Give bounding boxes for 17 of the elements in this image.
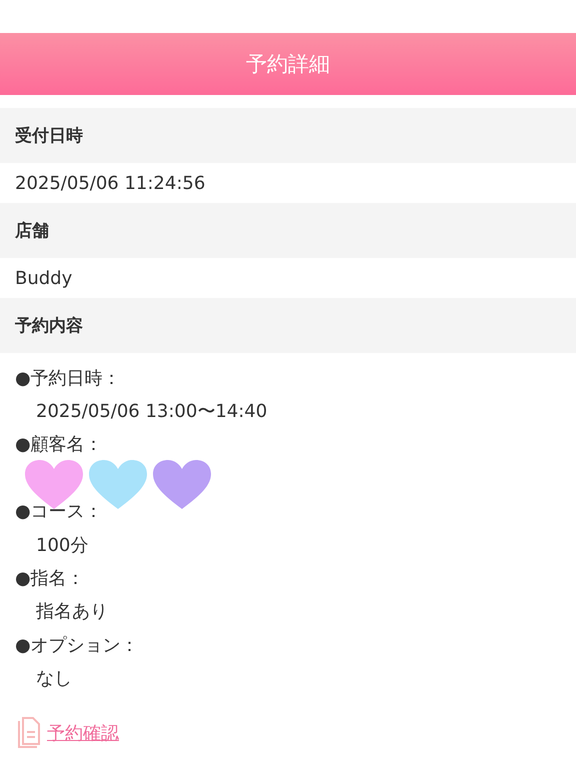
detail-value: 2025/05/06 13:00〜14:40 [36, 400, 268, 424]
detail-value: なし [36, 667, 72, 690]
detail-label: ●指名： [15, 567, 85, 590]
detail-label: ●コース： [15, 500, 103, 524]
page-title: 予約詳細 [0, 33, 576, 95]
detail-value: 100分 [36, 534, 88, 557]
detail-label: ●予約日時： [15, 366, 121, 390]
section-label: 店舗 [0, 203, 576, 258]
detail-label: ●顧客名： [15, 433, 103, 456]
section-label: 受付日時 [0, 108, 576, 163]
section-label: 予約内容 [0, 298, 576, 353]
reservation-link[interactable]: 予約確認 [47, 720, 119, 745]
section-value: Buddy [14, 266, 74, 290]
document-icon [15, 716, 41, 749]
section-value: 2025/05/06 11:24:56 [14, 172, 206, 196]
detail-label: ●オプション： [15, 634, 139, 657]
detail-value: 指名あり [36, 600, 108, 624]
